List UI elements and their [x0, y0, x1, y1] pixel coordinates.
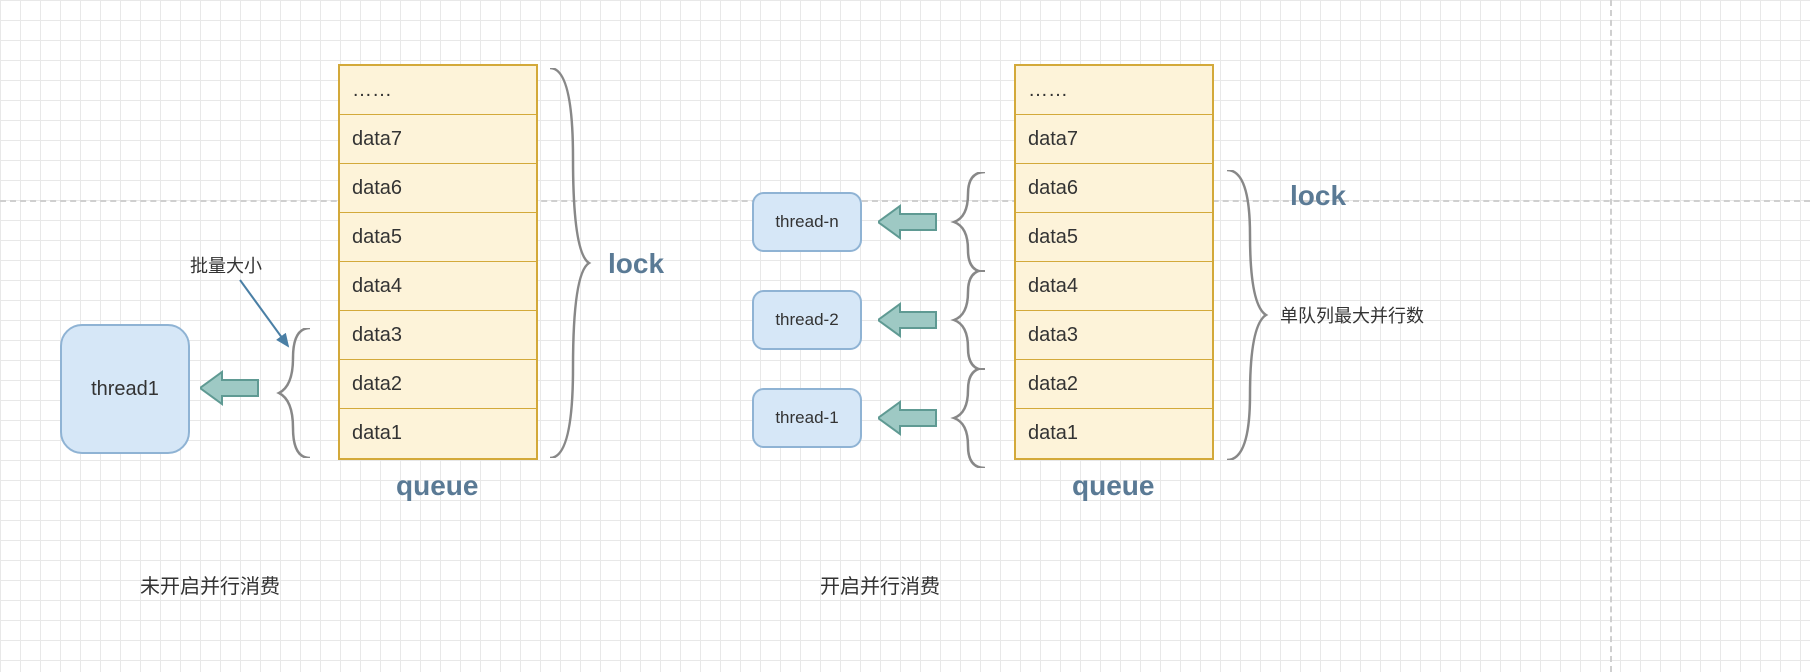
queue-row: ……: [1016, 66, 1212, 115]
queue-cell: data4: [1028, 275, 1078, 298]
left-caption: 未开启并行消费: [140, 570, 280, 599]
queue-cell: ……: [352, 79, 392, 102]
queue-row: data3: [1016, 311, 1212, 360]
queue-row: data2: [1016, 360, 1212, 409]
left-large-brace: [545, 68, 595, 458]
right-brace-2: [950, 270, 990, 370]
queue-row: data5: [340, 213, 536, 262]
queue-row: data3: [340, 311, 536, 360]
queue-cell: data2: [1028, 373, 1078, 396]
left-queue-label: queue: [396, 470, 478, 502]
diagram-canvas: thread1 批量大小 …… data7 data6 data5 data4 …: [0, 0, 1810, 672]
queue-row: data1: [340, 409, 536, 458]
left-queue: …… data7 data6 data5 data4 data3 data2 d…: [338, 64, 538, 460]
queue-cell: data3: [1028, 324, 1078, 347]
thread-label: thread-2: [775, 310, 838, 330]
queue-cell: data7: [352, 128, 402, 151]
right-queue: …… data7 data6 data5 data4 data3 data2 d…: [1014, 64, 1214, 460]
queue-cell: data1: [1028, 422, 1078, 445]
queue-cell: data6: [352, 177, 402, 200]
right-thread-n: thread-n: [752, 192, 862, 252]
left-batch-arrow: [238, 278, 298, 358]
right-lock-label: lock: [1290, 180, 1346, 212]
right-arrow-2: [878, 300, 938, 340]
left-lock-label: lock: [608, 248, 664, 280]
right-arrow-1: [878, 398, 938, 438]
queue-row: data7: [1016, 115, 1212, 164]
queue-row: data4: [340, 262, 536, 311]
right-brace-1: [950, 368, 990, 468]
queue-cell: data5: [352, 226, 402, 249]
queue-row: data7: [340, 115, 536, 164]
queue-cell: ……: [1028, 79, 1068, 102]
right-thread-1: thread-1: [752, 388, 862, 448]
right-brace-n: [950, 172, 990, 272]
right-queue-label: queue: [1072, 470, 1154, 502]
right-caption: 开启并行消费: [820, 570, 940, 599]
queue-row: data6: [1016, 164, 1212, 213]
right-parallel-label: 单队列最大并行数: [1280, 302, 1424, 328]
queue-row: data2: [340, 360, 536, 409]
queue-cell: data3: [352, 324, 402, 347]
queue-cell: data2: [352, 373, 402, 396]
queue-row: data4: [1016, 262, 1212, 311]
right-large-brace: [1222, 170, 1272, 460]
queue-cell: data4: [352, 275, 402, 298]
queue-row: ……: [340, 66, 536, 115]
queue-cell: data7: [1028, 128, 1078, 151]
queue-cell: data6: [1028, 177, 1078, 200]
left-thread-label: thread1: [91, 378, 159, 401]
left-thread-box: thread1: [60, 324, 190, 454]
queue-row: data1: [1016, 409, 1212, 458]
queue-row: data5: [1016, 213, 1212, 262]
right-arrow-n: [878, 202, 938, 242]
queue-cell: data5: [1028, 226, 1078, 249]
left-batch-label: 批量大小: [190, 252, 262, 278]
queue-cell: data1: [352, 422, 402, 445]
right-thread-2: thread-2: [752, 290, 862, 350]
thread-label: thread-n: [775, 212, 838, 232]
thread-label: thread-1: [775, 408, 838, 428]
queue-row: data6: [340, 164, 536, 213]
left-arrow: [200, 368, 260, 408]
